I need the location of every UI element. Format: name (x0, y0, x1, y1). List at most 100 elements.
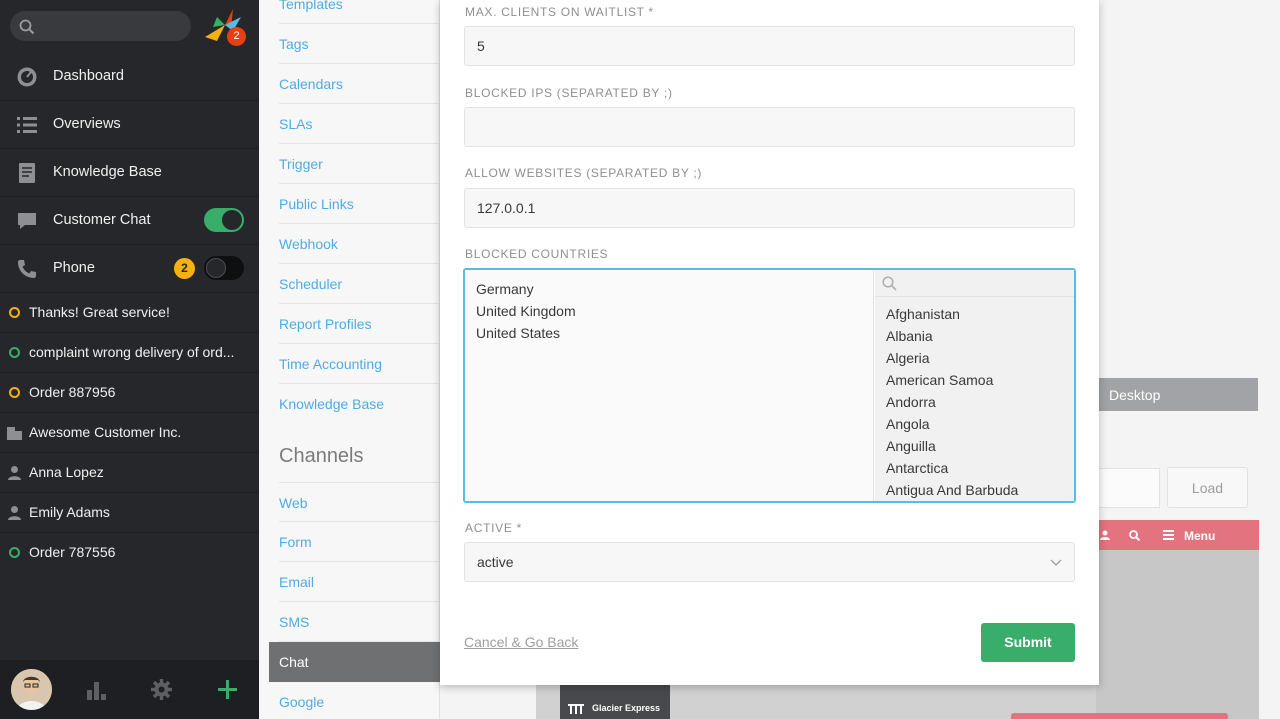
hamburger-icon (1163, 530, 1174, 540)
nav-item-customer-chat[interactable]: Customer Chat (0, 197, 259, 245)
task-label: Thanks! Great service! (29, 304, 170, 320)
nav-item-overviews[interactable]: Overviews (0, 101, 259, 149)
task-item[interactable]: Anna Lopez (0, 453, 259, 493)
user-icon (8, 506, 21, 520)
menu-item-templates[interactable]: Templates (279, 0, 440, 24)
ticket-open-icon (9, 307, 20, 318)
gear-icon[interactable] (151, 679, 172, 700)
customer-chat-toggle[interactable] (204, 208, 244, 232)
selected-country[interactable]: United States (465, 322, 873, 344)
task-label: Emily Adams (29, 504, 110, 520)
menu-item-chat[interactable]: Chat (269, 642, 440, 682)
allow-websites-label: Allow websites (separated by ;) (465, 166, 703, 180)
settings-menu: Templates Tags Calendars SLAs Trigger Pu… (259, 0, 440, 719)
menu-item-label: Templates (279, 0, 343, 12)
selected-country[interactable]: Germany (465, 278, 873, 300)
country-option[interactable]: Antarctica (875, 457, 1074, 479)
menu-item-label: Knowledge Base (279, 396, 385, 412)
country-filter-input[interactable] (875, 270, 1074, 297)
menu-item-label: SMS (279, 614, 310, 630)
menu-item-label: Email (279, 574, 315, 590)
menu-item-label: Public Links (279, 196, 354, 212)
phone-icon (18, 260, 36, 278)
menu-item-web[interactable]: Web (279, 482, 440, 522)
allow-websites-input[interactable]: 127.0.0.1 (464, 188, 1075, 228)
tab-desktop[interactable]: Desktop (1096, 378, 1258, 411)
task-label: Order 887956 (29, 384, 116, 400)
nav-item-label: Knowledge Base (53, 164, 162, 180)
list-icon (17, 117, 37, 133)
task-item[interactable]: complaint wrong delivery of ord... (0, 333, 259, 373)
selected-country[interactable]: United Kingdom (465, 300, 873, 322)
country-option[interactable]: Andorra (875, 391, 1074, 413)
country-option[interactable]: Afghanistan (875, 303, 1074, 325)
preview-brand: Glacier Express (560, 684, 670, 719)
task-label: Anna Lopez (29, 464, 104, 480)
menu-item-tags[interactable]: Tags (279, 24, 440, 64)
nav-item-label: Phone (53, 260, 95, 276)
search-icon (19, 19, 35, 35)
menu-item-email[interactable]: Email (279, 562, 440, 602)
plus-icon[interactable] (218, 680, 237, 699)
phone-toggle[interactable] (204, 256, 244, 280)
menu-item-knowledge-base[interactable]: Knowledge Base (279, 384, 440, 424)
country-option[interactable]: Albania (875, 325, 1074, 347)
nav-item-label: Overviews (53, 116, 121, 132)
task-item[interactable]: Order 887956 (0, 373, 259, 413)
reports-icon[interactable] (86, 680, 106, 700)
blocked-ips-input[interactable] (464, 107, 1075, 147)
task-item[interactable]: Awesome Customer Inc. (0, 413, 259, 453)
book-icon (19, 163, 35, 183)
preview-url-input[interactable] (1096, 468, 1160, 508)
nav-item-dashboard[interactable]: Dashboard (0, 53, 259, 101)
menu-item-label: Webhook (279, 236, 338, 252)
country-option[interactable]: Angola (875, 413, 1074, 435)
menu-item-public-links[interactable]: Public Links (279, 184, 440, 224)
menu-item-label: Form (279, 534, 312, 550)
menu-item-calendars[interactable]: Calendars (279, 64, 440, 104)
active-select-value: active (477, 554, 514, 570)
menu-item-trigger[interactable]: Trigger (279, 144, 440, 184)
task-label: complaint wrong delivery of ord... (29, 344, 235, 360)
country-option[interactable]: American Samoa (875, 369, 1074, 391)
menu-item-label: Scheduler (279, 276, 343, 292)
user-icon (8, 466, 21, 480)
menu-item-label: Web (279, 495, 308, 511)
menu-item-report-profiles[interactable]: Report Profiles (279, 304, 440, 344)
blocked-ips-label: Blocked IPs (separated by ;) (465, 86, 673, 100)
nav-item-knowledge-base[interactable]: Knowledge Base (0, 149, 259, 197)
country-option[interactable]: Algeria (875, 347, 1074, 369)
global-search[interactable] (10, 11, 191, 41)
main-navigation: 2 Dashboard Overviews Knowledge Base Cus… (0, 0, 259, 719)
task-label: Awesome Customer Inc. (29, 424, 182, 440)
menu-item-scheduler[interactable]: Scheduler (279, 264, 440, 304)
website-preview: Menu (1096, 520, 1259, 719)
menu-item-slas[interactable]: SLAs (279, 104, 440, 144)
submit-button[interactable]: Submit (981, 623, 1075, 662)
cancel-go-back-link[interactable]: Cancel & Go Back (464, 634, 578, 650)
menu-item-time-accounting[interactable]: Time Accounting (279, 344, 440, 384)
max-clients-input[interactable]: 5 (464, 26, 1075, 66)
chat-icon (18, 213, 36, 229)
country-option[interactable]: Anguilla (875, 435, 1074, 457)
menu-item-google[interactable]: Google (279, 682, 440, 719)
menu-item-webhook[interactable]: Webhook (279, 224, 440, 264)
max-clients-label: Max. Clients on Waitlist * (465, 5, 654, 19)
task-item[interactable]: Thanks! Great service! (0, 293, 259, 333)
menu-item-label: Time Accounting (279, 356, 382, 372)
menu-item-label: Calendars (279, 76, 343, 92)
menu-item-sms[interactable]: SMS (279, 602, 440, 642)
task-item[interactable]: Emily Adams (0, 493, 259, 533)
country-option[interactable]: Antigua And Barbuda (875, 479, 1074, 501)
nav-item-phone[interactable]: Phone (0, 245, 259, 293)
active-label: Active * (465, 521, 522, 535)
menu-item-form[interactable]: Form (279, 522, 440, 562)
notification-badge[interactable]: 2 (227, 27, 246, 46)
task-item[interactable]: Order 787556 (0, 533, 259, 573)
menu-item-label: Google (279, 694, 325, 710)
avatar[interactable] (11, 669, 52, 710)
menu-item-label: Tags (279, 36, 309, 52)
load-button[interactable]: Load (1167, 467, 1248, 508)
active-select[interactable]: active (464, 542, 1075, 582)
blocked-countries-multiselect[interactable]: Germany United Kingdom United States Afg… (463, 268, 1076, 503)
